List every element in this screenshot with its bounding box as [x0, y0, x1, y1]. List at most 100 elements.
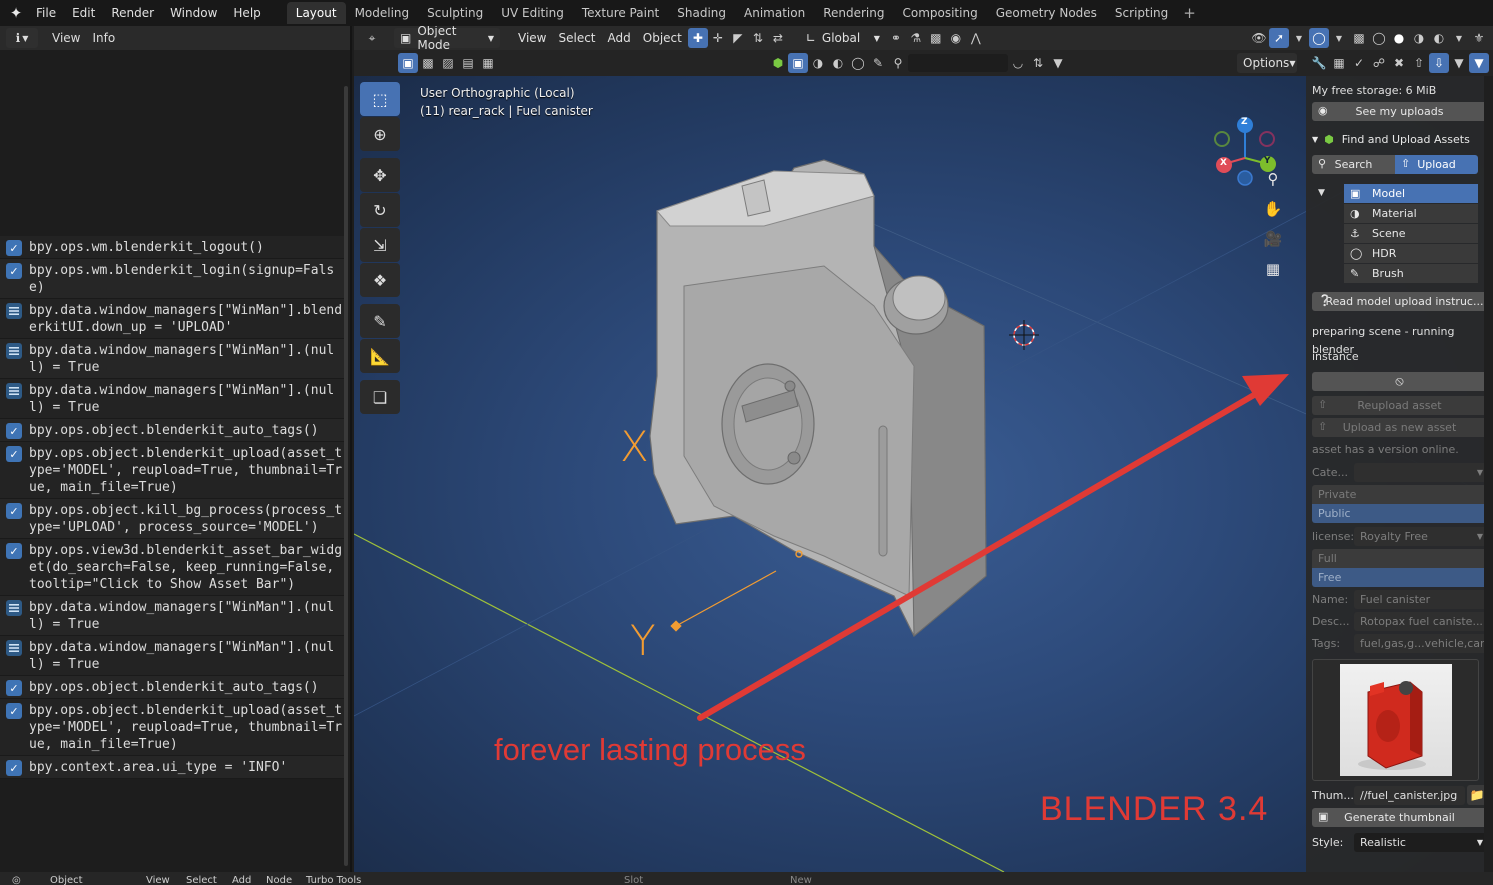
- view-menu[interactable]: View: [46, 28, 86, 48]
- find-upload-section-header[interactable]: ▼ ⬢ Find and Upload Assets: [1312, 129, 1487, 149]
- dropdown-icon[interactable]: ◡: [1008, 53, 1028, 73]
- chevron-down-icon[interactable]: ▼: [1318, 188, 1325, 198]
- filter-icon[interactable]: ▼: [1048, 53, 1068, 73]
- upload-new-button[interactable]: ⇧ Upload as new asset: [1312, 418, 1487, 437]
- info-log-row[interactable]: bpy.data.window_managers["WinMan"].(null…: [0, 636, 346, 676]
- scene-filter-icon[interactable]: ◐: [828, 53, 848, 73]
- sidebar-tab-strip[interactable]: [1484, 76, 1493, 872]
- tab-compositing[interactable]: Compositing: [893, 2, 986, 24]
- license-dropdown[interactable]: Royalty Free ▼: [1354, 527, 1487, 546]
- pivot-point-icon[interactable]: ⚭: [886, 28, 906, 48]
- category-dropdown[interactable]: ▼: [1354, 463, 1487, 482]
- select-new-icon[interactable]: ▣: [398, 53, 418, 73]
- tab-texture-paint[interactable]: Texture Paint: [573, 2, 668, 24]
- falloff-icon[interactable]: ⋀: [966, 28, 986, 48]
- snap-origin-icon[interactable]: ◤: [728, 28, 748, 48]
- wireframe-shading-icon[interactable]: ◯: [1369, 28, 1389, 48]
- blenderkit-panel-icon[interactable]: ▼: [1469, 53, 1489, 73]
- camera-icon[interactable]: 🎥: [1260, 226, 1286, 252]
- tags-field[interactable]: fuel,gas,g...vehicle,car: [1354, 634, 1487, 653]
- info-log-row[interactable]: ✓ bpy.ops.object.blenderkit_upload(asset_…: [0, 699, 346, 756]
- tools-icon[interactable]: ✖: [1389, 53, 1409, 73]
- info-log-row[interactable]: bpy.data.window_managers["WinMan"].(null…: [0, 379, 346, 419]
- visibility-icon[interactable]: 👁: [1249, 28, 1269, 48]
- search-tab[interactable]: ⚲ Search: [1312, 155, 1395, 174]
- snap-target-icon[interactable]: ▩: [926, 28, 946, 48]
- tab-uv-editing[interactable]: UV Editing: [492, 2, 573, 24]
- viewport-menu-select[interactable]: Select: [552, 28, 601, 48]
- mirror-icon[interactable]: ⇄: [768, 28, 788, 48]
- cancel-upload-button[interactable]: ⦸: [1312, 372, 1487, 391]
- select-intersect-icon[interactable]: ▦: [478, 53, 498, 73]
- asset-type-model[interactable]: ▣ Model: [1344, 184, 1478, 203]
- overlay-icon[interactable]: ◯: [1309, 28, 1329, 48]
- rendered-shading-icon[interactable]: ◐: [1429, 28, 1449, 48]
- checker-icon[interactable]: ▦: [1329, 53, 1349, 73]
- thumbnail-path-field[interactable]: //fuel_canister.jpg: [1354, 785, 1465, 805]
- solid-shading-icon[interactable]: ●: [1389, 28, 1409, 48]
- info-log-row[interactable]: bpy.data.window_managers["WinMan"].(null…: [0, 339, 346, 379]
- viewport-menu-view[interactable]: View: [512, 28, 552, 48]
- bottom-menu-node[interactable]: Node: [266, 875, 292, 885]
- bottom-menu-turbo-tools[interactable]: Turbo Tools: [306, 875, 361, 885]
- select-subtract-icon[interactable]: ▨: [438, 53, 458, 73]
- menu-file[interactable]: File: [28, 0, 64, 26]
- material-shading-icon[interactable]: ◑: [1409, 28, 1429, 48]
- bottom-menu-view[interactable]: View: [146, 875, 170, 885]
- snap-icon[interactable]: ⚗: [906, 28, 926, 48]
- chevron-down-icon[interactable]: ▼: [1449, 28, 1469, 48]
- annotate-tool-icon[interactable]: ✎: [360, 304, 400, 338]
- hdr-filter-icon[interactable]: ◯: [848, 53, 868, 73]
- editor-type-button[interactable]: ℹ ▼: [6, 28, 38, 48]
- asset-type-hdr[interactable]: ◯ HDR: [1344, 244, 1478, 263]
- info-log-row[interactable]: ✓ bpy.ops.wm.blenderkit_login(signup=Fals…: [0, 259, 346, 299]
- asset-type-brush[interactable]: ✎ Brush: [1344, 264, 1478, 283]
- info-log-row[interactable]: ✓ bpy.ops.wm.blenderkit_logout(): [0, 236, 346, 259]
- options-dropdown[interactable]: Options ▼: [1237, 53, 1297, 73]
- public-option[interactable]: Public: [1312, 504, 1487, 523]
- info-log-row[interactable]: ✓ bpy.ops.object.kill_bg_process(process_…: [0, 499, 346, 539]
- info-scrollbar[interactable]: [344, 86, 348, 866]
- select-invert-icon[interactable]: ▤: [458, 53, 478, 73]
- slot-dropdown[interactable]: Slot: [624, 875, 643, 885]
- pan-hand-icon[interactable]: ✋: [1260, 196, 1286, 222]
- bottom-menu-add[interactable]: Add: [232, 875, 251, 885]
- upload-icon[interactable]: ⇧: [1409, 53, 1429, 73]
- bottom-menu-select[interactable]: Select: [186, 875, 217, 885]
- info-log-row[interactable]: bpy.data.window_managers["WinMan"].(null…: [0, 596, 346, 636]
- menu-help[interactable]: Help: [225, 0, 268, 26]
- asset-search-input[interactable]: [908, 54, 1008, 72]
- info-log-row[interactable]: ✓ bpy.context.area.ui_type = 'INFO': [0, 756, 346, 779]
- viewport-menu-object[interactable]: Object: [637, 28, 688, 48]
- gizmo-icon[interactable]: ➚: [1269, 28, 1289, 48]
- add-cube-tool-icon[interactable]: ❏: [360, 380, 400, 414]
- viewport-menu-add[interactable]: Add: [602, 28, 637, 48]
- reupload-button[interactable]: ⇧ Reupload asset: [1312, 396, 1487, 415]
- wrench-icon[interactable]: 🔧: [1309, 53, 1329, 73]
- zoom-icon[interactable]: ⚲: [1260, 166, 1286, 192]
- add-workspace-icon[interactable]: +: [1177, 4, 1202, 22]
- full-option[interactable]: Full: [1312, 549, 1487, 568]
- tab-modeling[interactable]: Modeling: [346, 2, 419, 24]
- select-extend-icon[interactable]: ▩: [418, 53, 438, 73]
- private-option[interactable]: Private: [1312, 485, 1487, 504]
- chevron-down-icon[interactable]: ▼: [1289, 28, 1309, 48]
- link-icon[interactable]: ☍: [1369, 53, 1389, 73]
- asset-type-material[interactable]: ◑ Material: [1344, 204, 1478, 223]
- model-filter-icon[interactable]: ▣: [788, 53, 808, 73]
- scale-tool-icon[interactable]: ⇲: [360, 228, 400, 262]
- orientation-dropdown[interactable]: ∟ Global ▼: [800, 28, 886, 48]
- see-uploads-button[interactable]: ◉ See my uploads: [1312, 102, 1487, 121]
- material-filter-icon[interactable]: ◑: [808, 53, 828, 73]
- bottom-mode-dropdown[interactable]: Object: [50, 875, 83, 885]
- grid-view-icon[interactable]: ▦: [1260, 256, 1286, 282]
- download-icon[interactable]: ⇩: [1429, 53, 1449, 73]
- name-field[interactable]: Fuel canister: [1354, 590, 1487, 609]
- blenderkit-logo-icon[interactable]: ⬢: [768, 53, 788, 73]
- info-log-row[interactable]: ✓ bpy.ops.object.blenderkit_auto_tags(): [0, 419, 346, 442]
- transform-pivot-icon[interactable]: ✚: [687, 28, 708, 48]
- new-material-button[interactable]: New: [790, 875, 812, 885]
- tab-rendering[interactable]: Rendering: [814, 2, 893, 24]
- asset-type-scene[interactable]: ⚓ Scene: [1344, 224, 1478, 243]
- editor-type-icon[interactable]: ◎: [12, 875, 21, 885]
